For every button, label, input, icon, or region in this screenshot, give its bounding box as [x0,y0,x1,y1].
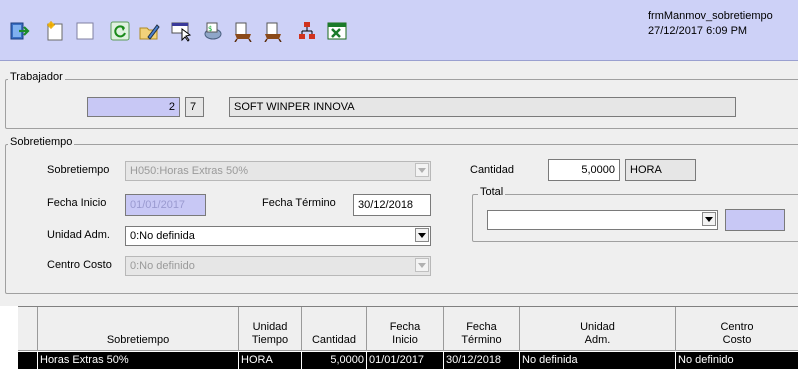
total-value-field[interactable] [725,209,785,231]
trabajador-dv-field[interactable]: 7 [185,97,204,117]
header-line: Tiempo [251,334,289,346]
chevron-down-icon[interactable] [415,228,429,242]
tree-icon[interactable] [294,18,320,44]
fecha-inicio-field[interactable]: 01/01/2017 [125,194,206,216]
header-line: Adm. [584,334,611,346]
cantidad-label: Cantidad [470,164,515,176]
header-line: Fecha [466,321,497,333]
total-select[interactable] [487,210,718,230]
header-sobretiempo[interactable]: Sobretiempo [38,307,239,351]
chevron-down-icon[interactable] [415,258,429,272]
cell-fecha-termino[interactable]: 30/12/2018 [444,352,520,369]
centro-costo-select[interactable]: 0:No definido [125,256,431,276]
unidad-adm-label: Unidad Adm. [47,229,110,241]
report2-icon[interactable] [260,18,286,44]
refresh-icon[interactable] [107,18,133,44]
unidad-tiempo-field: HORA [625,159,696,181]
header-cantidad[interactable]: Cantidad [302,307,367,351]
header-line: Inicio [392,334,418,346]
form-datetime: 27/12/2017 6:09 PM [648,25,748,37]
trabajador-name-field: SOFT WINPER INNOVA [229,97,736,117]
header-unidad-adm[interactable]: Unidad Adm. [520,307,676,351]
fecha-termino-field[interactable]: 30/12/2018 [353,194,431,216]
header-fecha-inicio[interactable]: Fecha Inicio [367,307,444,351]
form-panel: Trabajador 2 7 SOFT WINPER INNOVA Sobret… [0,61,798,306]
edit-icon[interactable] [136,18,162,44]
cell-sobretiempo[interactable]: Horas Extras 50% [38,352,239,369]
centro-costo-label: Centro Costo [47,259,112,271]
header-line: Término [461,334,502,346]
header-line: Sobretiempo [106,334,170,346]
header-unidad-tiempo[interactable]: Unidad Tiempo [239,307,302,351]
sobretiempo-select-value: H050:Horas Extras 50% [130,165,248,177]
header-fecha-termino[interactable]: Fecha Término [444,307,520,351]
select-icon[interactable] [168,18,194,44]
chevron-down-icon[interactable] [415,163,429,177]
sobretiempo-select[interactable]: H050:Horas Extras 50% [125,161,431,181]
record-icon[interactable]: $ [200,18,226,44]
total-legend: Total [478,186,506,198]
header-line: Centro [720,321,754,333]
new-icon[interactable] [42,18,68,44]
cell-fecha-inicio[interactable]: 01/01/2017 [367,352,444,369]
header-line: Unidad [252,321,288,333]
exit-icon[interactable] [6,18,32,44]
trabajador-id-field[interactable]: 2 [87,97,180,117]
toolbar: $ frmManmov_sobretiempo 27/12/2017 6:09 … [0,0,798,61]
header-line: Unidad [580,321,615,333]
fecha-termino-label: Fecha Término [262,197,336,209]
cell-unidad-adm[interactable]: No definida [520,352,676,369]
cell-cantidad[interactable]: 5,0000 [302,352,367,369]
header-line: Fecha [389,321,421,333]
unidad-adm-select[interactable]: 0:No definida [125,226,431,246]
form-info: frmManmov_sobretiempo 27/12/2017 6:09 PM [648,9,773,39]
fecha-inicio-label: Fecha Inicio [47,197,107,209]
form-name: frmManmov_sobretiempo [648,10,773,22]
header-line: Costo [722,334,752,346]
sobretiempo-grid: Sobretiempo Unidad Tiempo Cantidad Fecha… [18,306,798,373]
cell-unidad-tiempo[interactable]: HORA [239,352,302,369]
row-selector[interactable] [18,352,38,369]
report-icon[interactable] [230,18,256,44]
table-row[interactable]: Horas Extras 50% HORA 5,0000 01/01/2017 … [18,352,798,369]
blank-icon[interactable] [72,18,98,44]
cell-centro-costo[interactable]: No definido [676,352,798,369]
sobretiempo-legend: Sobretiempo [8,136,75,148]
sobretiempo-label: Sobretiempo [47,164,110,176]
excel-icon[interactable] [324,18,350,44]
centro-costo-select-value: 0:No definido [130,260,195,272]
header-line: Cantidad [311,334,357,346]
unidad-adm-select-value: 0:No definida [130,230,195,242]
header-centro-costo[interactable]: Centro Costo [676,307,798,351]
chevron-down-icon[interactable] [702,212,716,226]
svg-text:$: $ [208,25,212,33]
cantidad-field[interactable]: 5,0000 [548,159,620,181]
trabajador-legend: Trabajador [8,71,65,83]
row-selector-header [18,307,38,351]
